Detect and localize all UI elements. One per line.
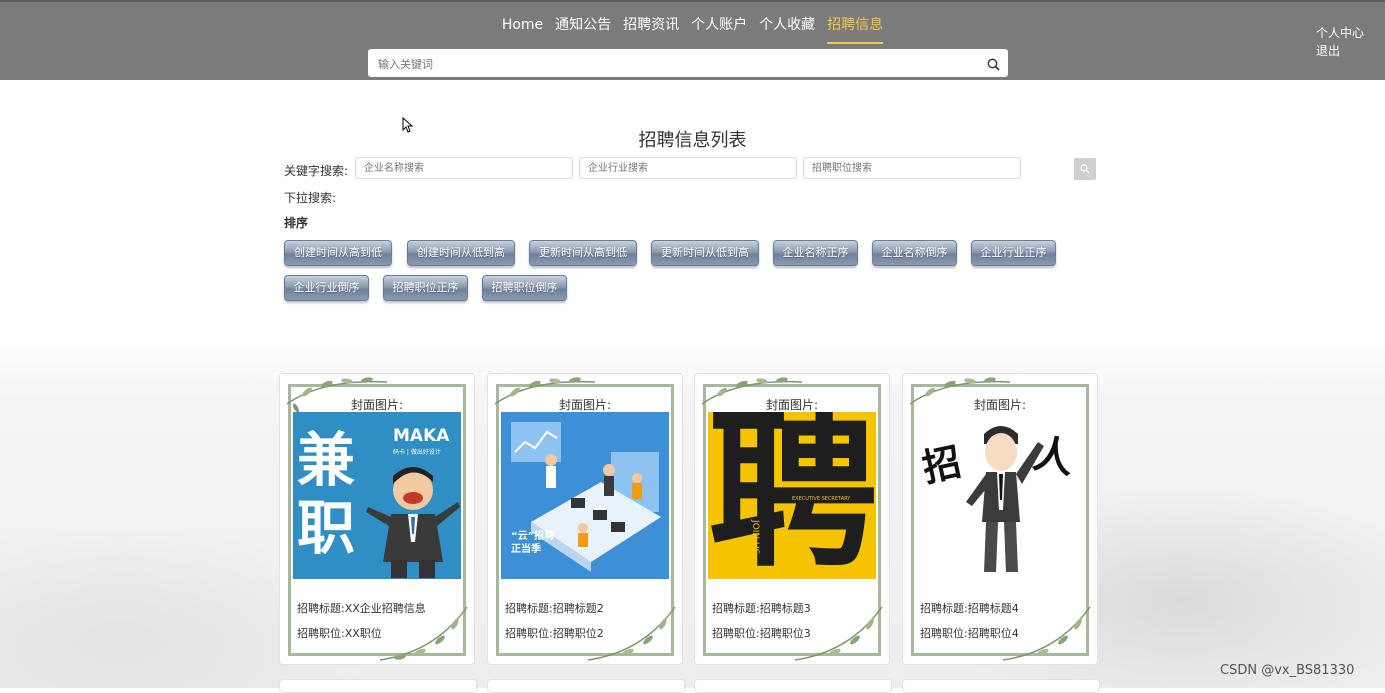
global-search-bar bbox=[368, 49, 1008, 79]
job-position: 招聘职位:招聘职位3 bbox=[712, 627, 811, 640]
sort-company-asc-button[interactable]: 企业名称正序 bbox=[773, 240, 858, 266]
cover-brand-sub: 码卡 | 做出好设计 bbox=[393, 449, 441, 456]
sort-updated-asc-button[interactable]: 更新时间从低到高 bbox=[651, 240, 759, 266]
job-card[interactable]: 封面图片: 聘 JOIN US EXECUTIVE SECRETARY 招聘标题… bbox=[694, 373, 890, 665]
search-icon bbox=[1080, 164, 1090, 174]
cover-image[interactable]: 聘 JOIN US EXECUTIVE SECRETARY bbox=[708, 412, 876, 579]
page-title: 招聘信息列表 bbox=[638, 130, 747, 151]
nav-home[interactable]: Home bbox=[502, 17, 543, 41]
sort-company-desc-button[interactable]: 企业名称倒序 bbox=[872, 240, 957, 266]
sort-position-desc-button[interactable]: 招聘职位倒序 bbox=[482, 275, 567, 301]
job-card[interactable] bbox=[694, 679, 892, 693]
job-position: 招聘职位:招聘职位2 bbox=[505, 627, 604, 640]
cover-image[interactable]: 招 人 bbox=[916, 412, 1084, 579]
watermark: CSDN @vx_BS81330 bbox=[1220, 663, 1355, 678]
top-navigation-bar: Home 通知公告招聘资讯个人账户个人收藏招聘信息 个人中心 退出 bbox=[0, 0, 1385, 80]
job-card[interactable] bbox=[902, 679, 1100, 693]
position-search-input[interactable] bbox=[803, 157, 1021, 179]
company-name-search-input[interactable] bbox=[355, 157, 573, 179]
cover-slogan: “云”招聘 正当季 bbox=[511, 531, 555, 555]
nav-personal-account[interactable]: 个人账户 bbox=[691, 14, 747, 42]
keyword-search-label: 关键字搜索: bbox=[284, 164, 349, 178]
job-title: 招聘标题:招聘标题4 bbox=[920, 602, 1019, 615]
cover-image[interactable]: “云”招聘 正当季 bbox=[501, 412, 669, 579]
sort-label: 排序 bbox=[284, 216, 309, 230]
company-industry-search-input[interactable] bbox=[579, 157, 797, 179]
job-position: 招聘职位:XX职位 bbox=[297, 627, 382, 640]
sort-updated-desc-button[interactable]: 更新时间从高到低 bbox=[529, 240, 637, 266]
job-card[interactable] bbox=[487, 679, 685, 693]
filter-search-button[interactable] bbox=[1074, 158, 1096, 180]
cover-brand: MAKA bbox=[393, 426, 450, 446]
sort-created-desc-button[interactable]: 创建时间从高到低 bbox=[284, 240, 392, 266]
cover-image-label: 封面图片: bbox=[350, 398, 404, 412]
cover-big-text: 兼职 bbox=[297, 426, 356, 562]
global-search-input[interactable] bbox=[368, 49, 970, 79]
cover-image-label: 封面图片: bbox=[973, 398, 1027, 412]
search-icon[interactable] bbox=[987, 56, 1000, 75]
nav-announcements[interactable]: 通知公告 bbox=[555, 14, 611, 42]
cover-image-label: 封面图片: bbox=[765, 398, 819, 412]
dropdown-search-label: 下拉搜索: bbox=[284, 191, 337, 205]
sort-created-asc-button[interactable]: 创建时间从低到高 bbox=[407, 240, 515, 266]
nav-favorites[interactable]: 个人收藏 bbox=[759, 14, 815, 42]
job-title: 招聘标题:XX企业招聘信息 bbox=[297, 602, 426, 615]
cover-image-label: 封面图片: bbox=[558, 398, 612, 412]
cover-join-us: JOIN US bbox=[750, 520, 760, 555]
job-title: 招聘标题:招聘标题2 bbox=[505, 602, 604, 615]
nav-recruit-info[interactable]: 招聘信息 bbox=[827, 14, 884, 44]
user-menu: 个人中心 退出 bbox=[1316, 24, 1364, 60]
job-card[interactable] bbox=[279, 679, 477, 693]
main-nav: Home 通知公告 招聘资讯 个人账户 个人收藏 招聘信息 bbox=[0, 14, 1385, 44]
cartoon-man-cheering-icon bbox=[966, 426, 1044, 572]
cartoon-businessman-icon bbox=[366, 467, 460, 578]
job-title: 招聘标题:招聘标题3 bbox=[712, 602, 811, 615]
sort-industry-asc-button[interactable]: 企业行业正序 bbox=[971, 240, 1056, 266]
job-card[interactable]: 封面图片: 招 人 招聘标题:招聘标题4 招聘职位:招聘职位4 bbox=[902, 373, 1098, 665]
cover-image[interactable]: 兼职 MAKA 码卡 | 做出好设计 bbox=[293, 412, 461, 579]
cover-subtitle: EXECUTIVE SECRETARY bbox=[792, 496, 851, 502]
sort-industry-desc-button[interactable]: 企业行业倒序 bbox=[284, 275, 369, 301]
job-position: 招聘职位:招聘职位4 bbox=[920, 627, 1019, 640]
logout-link[interactable]: 退出 bbox=[1316, 42, 1364, 60]
personal-center-link[interactable]: 个人中心 bbox=[1316, 24, 1364, 42]
job-card[interactable]: 封面图片: 兼职 MAKA 码卡 | 做出好设计 招聘标题:XX企业招聘信息 招… bbox=[279, 373, 475, 665]
nav-recruit-news[interactable]: 招聘资讯 bbox=[623, 14, 679, 42]
job-card[interactable]: 封面图片: “云”招聘 正当季 招聘标题:招聘标题2 招聘职位:招聘职位2 bbox=[487, 373, 683, 665]
sort-position-asc-button[interactable]: 招聘职位正序 bbox=[383, 275, 468, 301]
